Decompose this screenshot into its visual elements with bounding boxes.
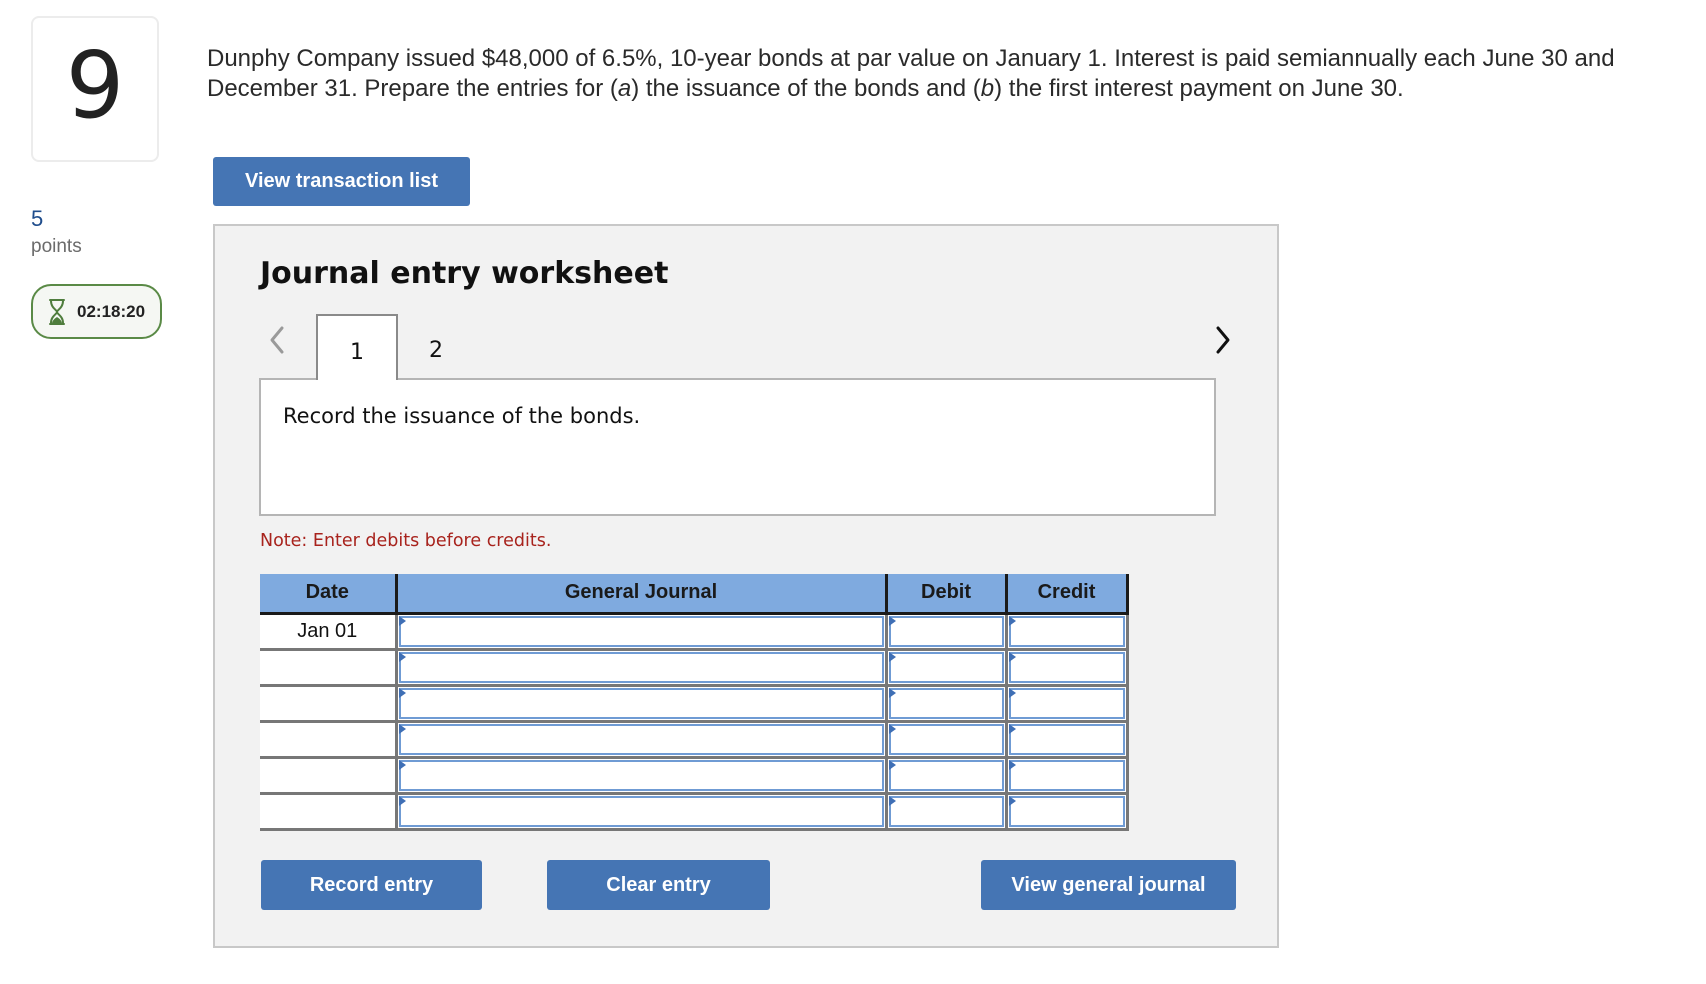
date-cell xyxy=(260,793,398,831)
account-cell xyxy=(396,793,888,831)
note-text: Note: Enter debits before credits. xyxy=(260,531,552,551)
debit-cell xyxy=(886,613,1008,651)
journal-row xyxy=(260,757,1129,795)
credit-cell-input[interactable] xyxy=(1008,651,1125,683)
credit-cell-input[interactable] xyxy=(1008,687,1125,719)
debit-cell xyxy=(886,649,1008,687)
credit-cell xyxy=(1006,793,1129,831)
account-cell xyxy=(396,613,888,651)
credit-cell xyxy=(1006,721,1129,759)
debit-cell xyxy=(886,757,1008,795)
chevron-right-icon[interactable] xyxy=(1207,322,1237,358)
credit-cell xyxy=(1006,757,1129,795)
question-text: Dunphy Company issued $48,000 of 6.5%, 1… xyxy=(207,44,1687,104)
journal-table: Date General Journal Debit Credit Jan 01 xyxy=(260,574,1129,831)
credit-cell xyxy=(1006,649,1129,687)
header-general-journal: General Journal xyxy=(396,574,888,615)
credit-cell-input[interactable] xyxy=(1008,723,1125,755)
header-credit: Credit xyxy=(1006,574,1129,615)
question-text-part: a xyxy=(617,75,632,102)
credit-cell-input[interactable] xyxy=(1008,795,1125,827)
hourglass-icon xyxy=(49,298,65,325)
account-cell-input[interactable] xyxy=(398,615,884,647)
credit-cell-input[interactable] xyxy=(1008,615,1125,647)
date-cell xyxy=(260,685,398,723)
journal-entry-worksheet-panel: Journal entry worksheet 1 2 Record the i… xyxy=(213,224,1279,948)
debit-cell xyxy=(886,685,1008,723)
date-cell: Jan 01 xyxy=(260,613,398,651)
journal-row xyxy=(260,685,1129,723)
journal-row xyxy=(260,793,1129,831)
question-number: 9 xyxy=(65,32,125,139)
account-cell xyxy=(396,649,888,687)
account-cell xyxy=(396,685,888,723)
journal-row: Jan 01 xyxy=(260,613,1129,651)
record-entry-button[interactable]: Record entry xyxy=(261,860,482,910)
account-cell-input[interactable] xyxy=(398,795,884,827)
tab-label: 2 xyxy=(429,338,443,363)
worksheet-title: Journal entry worksheet xyxy=(260,256,669,291)
debit-cell-input[interactable] xyxy=(888,651,1004,683)
question-text-part: ) the first interest payment on June 30. xyxy=(994,75,1404,102)
points-value: 5 xyxy=(31,206,44,231)
clear-entry-button[interactable]: Clear entry xyxy=(547,860,770,910)
journal-row xyxy=(260,649,1129,687)
tab-2[interactable]: 2 xyxy=(395,314,477,380)
chevron-left-icon[interactable] xyxy=(263,322,293,358)
debit-cell-input[interactable] xyxy=(888,615,1004,647)
date-cell xyxy=(260,649,398,687)
tab-1[interactable]: 1 xyxy=(316,314,398,380)
question-number-box: 9 xyxy=(31,16,159,162)
account-cell-input[interactable] xyxy=(398,759,884,791)
tab-label: 1 xyxy=(350,340,364,365)
header-date: Date xyxy=(260,574,398,615)
date-cell xyxy=(260,757,398,795)
credit-cell xyxy=(1006,685,1129,723)
view-general-journal-button[interactable]: View general journal xyxy=(981,860,1236,910)
question-text-part: ) the issuance of the bonds and ( xyxy=(631,75,981,102)
question-text-part: b xyxy=(980,75,995,102)
journal-header-row: Date General Journal Debit Credit xyxy=(260,574,1129,615)
credit-cell-input[interactable] xyxy=(1008,759,1125,791)
debit-cell-input[interactable] xyxy=(888,723,1004,755)
credit-cell xyxy=(1006,613,1129,651)
account-cell-input[interactable] xyxy=(398,651,884,683)
instruction-text: Record the issuance of the bonds. xyxy=(283,404,641,428)
debit-cell-input[interactable] xyxy=(888,759,1004,791)
debit-cell-input[interactable] xyxy=(888,687,1004,719)
timer-text: 02:18:20 xyxy=(77,301,146,321)
header-debit: Debit xyxy=(886,574,1008,615)
debit-cell xyxy=(886,721,1008,759)
debit-cell xyxy=(886,793,1008,831)
account-cell xyxy=(396,757,888,795)
debit-cell-input[interactable] xyxy=(888,795,1004,827)
view-transaction-list-button[interactable]: View transaction list xyxy=(213,157,470,206)
instruction-box: Record the issuance of the bonds. xyxy=(259,378,1216,516)
date-cell xyxy=(260,721,398,759)
journal-row xyxy=(260,721,1129,759)
timer-badge: 02:18:20 xyxy=(31,284,162,339)
account-cell-input[interactable] xyxy=(398,723,884,755)
account-cell xyxy=(396,721,888,759)
account-cell-input[interactable] xyxy=(398,687,884,719)
points-label: points xyxy=(31,236,82,257)
